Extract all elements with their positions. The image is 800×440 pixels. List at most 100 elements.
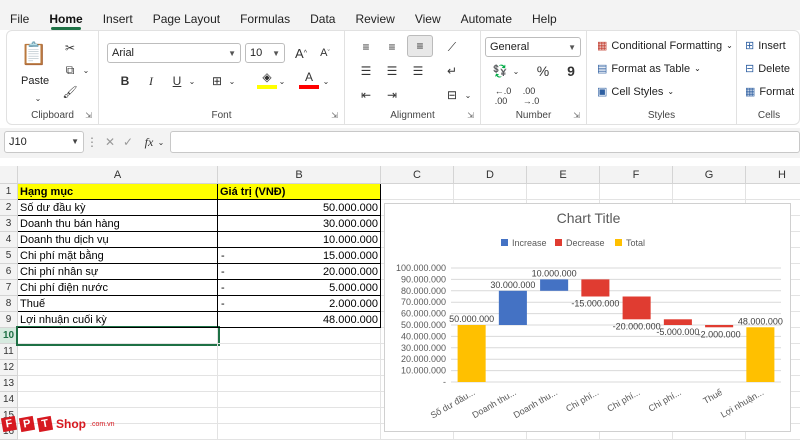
table-label-cell[interactable]: Chi phí nhân sự xyxy=(18,264,218,280)
align-center-icon[interactable]: ☰ xyxy=(381,61,403,81)
align-left-icon[interactable]: ☰ xyxy=(355,61,377,81)
row-header-2[interactable]: 2 xyxy=(0,200,18,216)
table-value-cell[interactable]: 30.000.000 xyxy=(218,216,381,232)
cut-icon[interactable]: ✂ xyxy=(61,39,79,57)
cell-styles-button[interactable]: ▣ Cell Styles ⌄ xyxy=(597,85,674,99)
column-header-f[interactable]: F xyxy=(600,166,673,184)
table-label-cell[interactable]: Chi phí điện nước xyxy=(18,280,218,296)
accounting-format-icon[interactable]: 💱 xyxy=(489,61,511,81)
bold-button[interactable]: B xyxy=(115,71,135,91)
function-dropdown-icon[interactable]: ⌄ xyxy=(157,133,165,151)
copy-dropdown-icon[interactable]: ⌄ xyxy=(81,63,91,77)
column-header-c[interactable]: C xyxy=(381,166,454,184)
font-color-icon[interactable]: A xyxy=(299,69,319,89)
format-painter-icon[interactable]: 🖌 xyxy=(61,83,79,101)
accounting-dropdown-icon[interactable]: ⌄ xyxy=(511,61,521,81)
tab-help[interactable]: Help xyxy=(522,0,567,30)
row-header-4[interactable]: 4 xyxy=(0,232,18,248)
row-header-6[interactable]: 6 xyxy=(0,264,18,280)
table-value-cell[interactable]: 48.000.000 xyxy=(218,312,381,328)
cell[interactable] xyxy=(18,344,218,360)
align-right-icon[interactable]: ☰ xyxy=(407,61,429,81)
column-header-b[interactable]: B xyxy=(218,166,381,184)
font-color-dropdown-icon[interactable]: ⌄ xyxy=(321,71,331,91)
fill-color-dropdown-icon[interactable]: ⌄ xyxy=(277,71,287,91)
table-header-cell[interactable]: Giá trị (VNĐ) xyxy=(218,184,381,200)
number-format-select[interactable]: General ▼ xyxy=(485,37,581,57)
column-header-a[interactable]: A xyxy=(18,166,218,184)
row-header-5[interactable]: 5 xyxy=(0,248,18,264)
waterfall-chart[interactable]: Chart Title Increase Decrease Total -10.000.… xyxy=(384,203,791,432)
table-label-cell[interactable]: Chi phí mặt bằng xyxy=(18,248,218,264)
tab-formulas[interactable]: Formulas xyxy=(230,0,300,30)
fill-color-icon[interactable]: ◈ xyxy=(257,69,277,89)
cell[interactable] xyxy=(454,184,527,200)
tab-insert[interactable]: Insert xyxy=(93,0,143,30)
cell[interactable] xyxy=(746,184,800,200)
table-value-cell[interactable]: 2.000.000 xyxy=(218,296,381,312)
row-header-14[interactable]: 14 xyxy=(0,392,18,408)
format-as-table-button[interactable]: ▤ Format as Table ⌄ xyxy=(597,62,701,76)
cell[interactable] xyxy=(18,392,218,408)
row-header-12[interactable]: 12 xyxy=(0,360,18,376)
insert-function-button[interactable]: fx xyxy=(140,133,158,151)
cell[interactable] xyxy=(218,408,381,424)
select-all-corner[interactable] xyxy=(0,166,18,184)
table-label-cell[interactable]: Doanh thu dịch vụ xyxy=(18,232,218,248)
increase-indent-icon[interactable]: ⇥ xyxy=(381,85,403,105)
column-header-g[interactable]: G xyxy=(673,166,746,184)
copy-icon[interactable]: ⧉ xyxy=(61,61,79,79)
underline-button[interactable]: U xyxy=(167,71,187,91)
cell[interactable] xyxy=(16,326,220,346)
tab-automate[interactable]: Automate xyxy=(451,0,522,30)
tab-view[interactable]: View xyxy=(405,0,451,30)
column-header-e[interactable]: E xyxy=(527,166,600,184)
paste-dropdown-icon[interactable]: ⌄ xyxy=(33,93,43,103)
conditional-formatting-button[interactable]: ▦ Conditional Formatting ⌄ xyxy=(597,39,733,53)
format-cells-button[interactable]: ▦ Format xyxy=(745,85,794,99)
table-value-cell[interactable]: 5.000.000 xyxy=(218,280,381,296)
paste-button[interactable]: Paste xyxy=(21,75,49,87)
row-header-8[interactable]: 8 xyxy=(0,296,18,312)
delete-cells-button[interactable]: ⊟ Delete xyxy=(745,62,790,76)
table-header-cell[interactable]: Hạng mục xyxy=(18,184,218,200)
row-header-3[interactable]: 3 xyxy=(0,216,18,232)
cell[interactable] xyxy=(218,424,381,440)
percent-style-button[interactable]: % xyxy=(533,61,553,81)
table-value-cell[interactable]: 15.000.000 xyxy=(218,248,381,264)
merge-center-icon[interactable]: ⊟ xyxy=(441,85,463,105)
underline-dropdown-icon[interactable]: ⌄ xyxy=(187,71,197,91)
row-header-11[interactable]: 11 xyxy=(0,344,18,360)
table-value-cell[interactable]: 50.000.000 xyxy=(218,200,381,216)
table-label-cell[interactable]: Thuế xyxy=(18,296,218,312)
row-header-9[interactable]: 9 xyxy=(0,312,18,328)
number-launcher-icon[interactable]: ⇲ xyxy=(573,111,580,120)
orientation-icon[interactable]: ⟋ xyxy=(441,37,463,57)
font-launcher-icon[interactable]: ⇲ xyxy=(331,111,338,120)
align-top-icon[interactable]: ≡ xyxy=(355,37,377,57)
borders-icon[interactable]: ⊞ xyxy=(207,71,227,91)
decrease-font-icon[interactable]: Aˇ xyxy=(315,43,335,63)
font-name-select[interactable]: Arial ▼ xyxy=(107,43,241,63)
increase-decimal-icon[interactable]: ←.0.00 xyxy=(491,85,515,107)
table-value-cell[interactable]: 20.000.000 xyxy=(218,264,381,280)
merge-dropdown-icon[interactable]: ⌄ xyxy=(463,85,473,105)
decrease-indent-icon[interactable]: ⇤ xyxy=(355,85,377,105)
row-header-7[interactable]: 7 xyxy=(0,280,18,296)
cell[interactable] xyxy=(218,344,381,360)
confirm-entry-icon[interactable]: ✓ xyxy=(120,133,136,151)
tab-data[interactable]: Data xyxy=(300,0,345,30)
decrease-decimal-icon[interactable]: .00 →.0 xyxy=(519,85,543,107)
cell[interactable] xyxy=(218,376,381,392)
table-label-cell[interactable]: Số dư đầu kỳ xyxy=(18,200,218,216)
row-header-10[interactable]: 10 xyxy=(0,328,18,344)
insert-cells-button[interactable]: ⊞ Insert xyxy=(745,39,786,53)
cell[interactable] xyxy=(218,328,381,344)
clipboard-launcher-icon[interactable]: ⇲ xyxy=(85,111,92,120)
formula-input[interactable] xyxy=(170,131,800,153)
align-middle-icon[interactable]: ≡ xyxy=(381,37,403,57)
row-header-1[interactable]: 1 xyxy=(0,184,18,200)
cell[interactable] xyxy=(600,184,673,200)
column-header-d[interactable]: D xyxy=(454,166,527,184)
wrap-text-icon[interactable]: ↵ xyxy=(441,61,463,81)
